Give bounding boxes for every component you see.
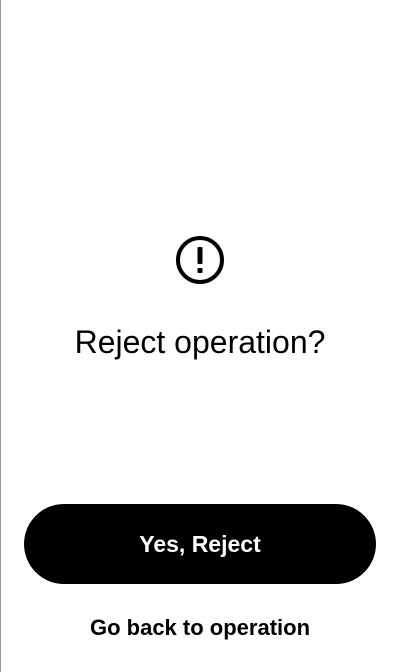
exclamation-circle-icon — [176, 236, 224, 284]
reject-confirmation-screen: Reject operation? Yes, Reject Go back to… — [0, 0, 400, 672]
go-back-button[interactable]: Go back to operation — [24, 606, 376, 650]
confirm-reject-button[interactable]: Yes, Reject — [24, 504, 376, 584]
go-back-label: Go back to operation — [89, 615, 311, 640]
dialog-title: Reject operation? — [74, 324, 326, 360]
confirm-reject-label: Yes, Reject — [139, 530, 261, 557]
